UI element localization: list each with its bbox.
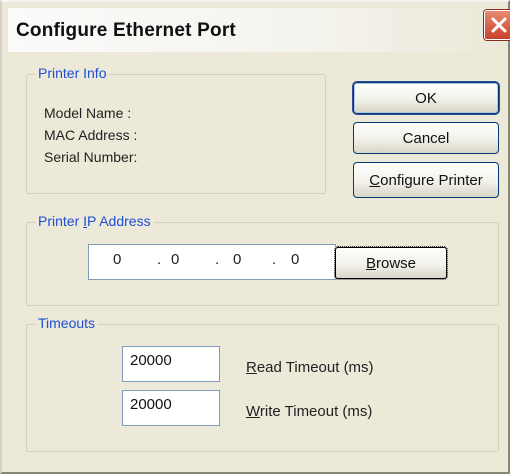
mac-address-label: MAC Address :	[44, 127, 138, 143]
printer-info-group-label: Printer Info	[35, 65, 110, 81]
ip-octet-4[interactable]: 0	[291, 251, 299, 268]
timeouts-group-label: Timeouts	[35, 315, 99, 331]
cancel-button-label: Cancel	[402, 129, 450, 147]
dialog-body: Printer Info Model Name : MAC Address : …	[14, 52, 504, 470]
write-timeout-label: Write Timeout (ms)	[246, 403, 372, 420]
serial-number-label: Serial Number:	[44, 149, 138, 165]
ip-dot-1: .	[157, 251, 162, 268]
write-timeout-mnemonic: W	[246, 403, 260, 420]
configure-printer-button[interactable]: Configure Printer	[353, 162, 499, 198]
ip-dot-2: .	[215, 251, 220, 268]
read-timeout-label-text: ead Timeout (ms)	[256, 359, 374, 376]
ip-address-field[interactable]: 0 . 0 . 0 . 0	[88, 244, 336, 280]
dialog-title: Configure Ethernet Port	[16, 20, 236, 41]
ip-octet-2[interactable]: 0	[171, 251, 179, 268]
printer-ip-label-suffix: P Address	[87, 213, 151, 229]
timeouts-group: Timeouts	[26, 315, 499, 452]
ok-button-label: OK	[415, 89, 437, 107]
title-bar[interactable]: Configure Ethernet Port	[8, 8, 510, 52]
printer-ip-group-label: Printer IP Address	[35, 213, 154, 229]
ip-octet-1[interactable]: 0	[113, 251, 121, 268]
ok-button[interactable]: OK	[353, 82, 499, 114]
browse-mnemonic: B	[365, 254, 376, 272]
browse-label: rowse	[376, 254, 417, 272]
configure-ethernet-port-dialog: Configure Ethernet Port Printer Info Mod…	[0, 0, 510, 474]
cancel-button[interactable]: Cancel	[353, 122, 499, 154]
read-timeout-input[interactable]: 20000	[122, 346, 220, 382]
close-button[interactable]	[484, 10, 510, 40]
configure-printer-mnemonic: C	[369, 171, 381, 189]
close-icon	[491, 17, 507, 33]
browse-button[interactable]: Browse	[334, 246, 448, 280]
ip-octet-3[interactable]: 0	[233, 251, 241, 268]
model-name-label: Model Name :	[44, 105, 132, 121]
read-timeout-mnemonic: R	[246, 359, 257, 376]
printer-ip-label-prefix: Printer	[38, 213, 84, 229]
configure-printer-label: onfigure Printer	[380, 171, 483, 189]
write-timeout-label-text: rite Timeout (ms)	[259, 403, 373, 420]
ip-dot-3: .	[272, 251, 277, 268]
read-timeout-label: Read Timeout (ms)	[246, 359, 374, 376]
write-timeout-input[interactable]: 20000	[122, 390, 220, 426]
